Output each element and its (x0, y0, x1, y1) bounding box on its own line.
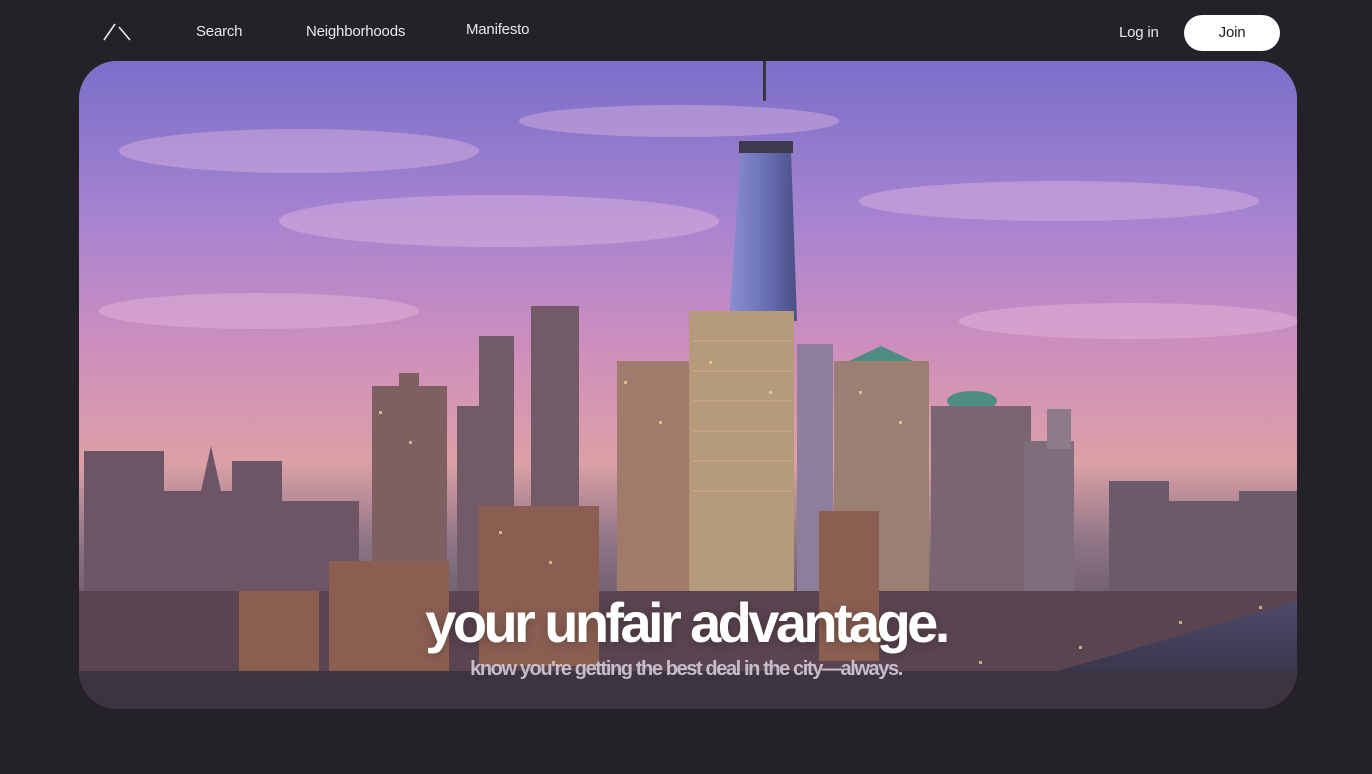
nav-link-search[interactable]: Search (196, 23, 243, 40)
hero-headline: your unfair advantage. (425, 591, 950, 654)
nav-link-neighborhoods[interactable]: Neighborhoods (306, 23, 405, 40)
peak-logo-icon[interactable] (102, 21, 132, 43)
top-navigation: Search Neighborhoods Manifesto Log in Jo… (0, 0, 1372, 62)
hero-subheadline: know you're getting the best deal in the… (470, 658, 903, 680)
nav-link-manifesto[interactable]: Manifesto (466, 21, 529, 38)
join-button[interactable]: Join (1184, 15, 1280, 51)
login-link[interactable]: Log in (1119, 24, 1159, 41)
